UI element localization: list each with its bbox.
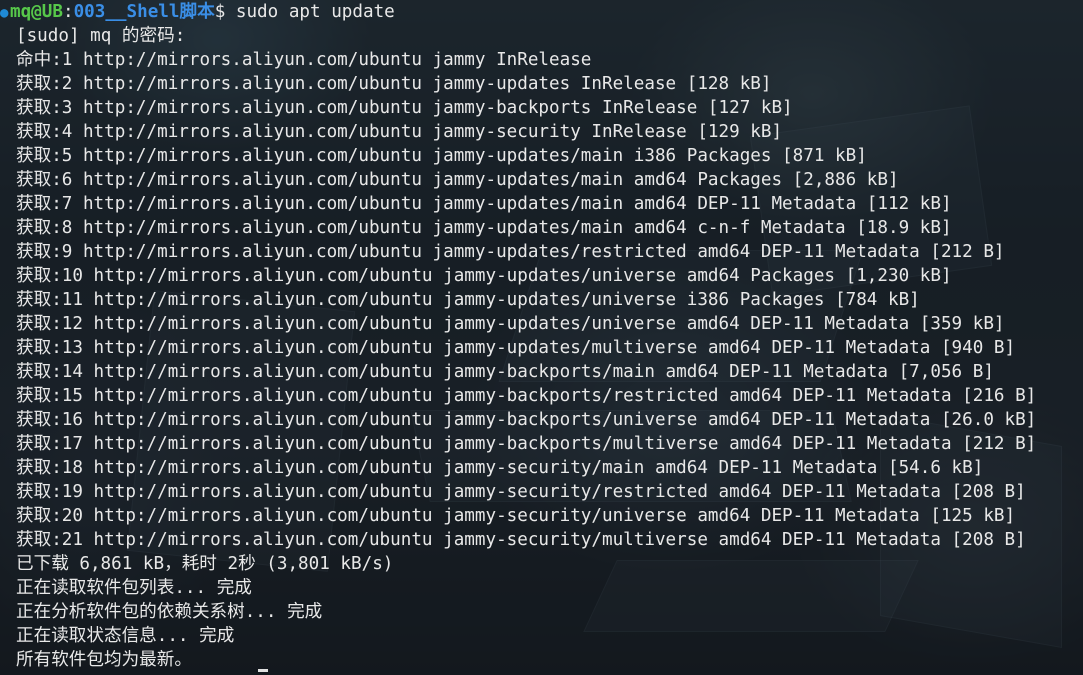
output-line: 获取:18 http://mirrors.aliyun.com/ubuntu j… — [16, 458, 984, 478]
output-line: 获取:8 http://mirrors.aliyun.com/ubuntu ja… — [16, 218, 952, 238]
output-line: 正在读取软件包列表... 完成 — [16, 578, 252, 598]
output-line: 获取:4 http://mirrors.aliyun.com/ubuntu ja… — [16, 122, 783, 142]
prompt-dot-icon: ● — [0, 5, 9, 21]
output-line: 获取:12 http://mirrors.aliyun.com/ubuntu j… — [16, 314, 1005, 334]
output-line: 获取:17 http://mirrors.aliyun.com/ubuntu j… — [16, 434, 1037, 454]
prompt-line: ●mq@UB:003__Shell脚本$ sudo apt update — [0, 0, 1083, 24]
prompt-separator: : — [62, 2, 74, 22]
output-line: 正在读取状态信息... 完成 — [16, 626, 235, 646]
output-line: 获取:7 http://mirrors.aliyun.com/ubuntu ja… — [16, 194, 952, 214]
output-line: 获取:13 http://mirrors.aliyun.com/ubuntu j… — [16, 338, 1016, 358]
output-line: 获取:16 http://mirrors.aliyun.com/ubuntu j… — [16, 410, 1037, 430]
output-line: 获取:21 http://mirrors.aliyun.com/ubuntu j… — [16, 530, 1026, 550]
output-line: 命中:1 http://mirrors.aliyun.com/ubuntu ja… — [16, 50, 592, 70]
output-line: 所有软件包均为最新。 — [0, 648, 1083, 672]
prompt-command: sudo apt update — [225, 2, 395, 22]
prompt-path: 003__Shell脚本 — [73, 2, 215, 22]
output-block: [sudo] mq 的密码: 命中:1 http://mirrors.aliyun… — [0, 24, 1083, 672]
prompt-symbol: $ — [214, 2, 226, 22]
output-line: 获取:10 http://mirrors.aliyun.com/ubuntu j… — [16, 266, 952, 286]
output-line: 获取:20 http://mirrors.aliyun.com/ubuntu j… — [16, 506, 1016, 526]
output-line: 获取:11 http://mirrors.aliyun.com/ubuntu j… — [16, 290, 920, 310]
terminal-output[interactable]: ●mq@UB:003__Shell脚本$ sudo apt update [su… — [0, 0, 1083, 675]
output-line: 获取:5 http://mirrors.aliyun.com/ubuntu ja… — [16, 146, 867, 166]
output-line: 已下载 6,861 kB，耗时 2秒 (3,801 kB/s) — [16, 554, 394, 574]
output-line: [sudo] mq 的密码: — [16, 26, 186, 46]
prompt-user-host: mq@UB — [10, 2, 63, 22]
output-line: 获取:19 http://mirrors.aliyun.com/ubuntu j… — [16, 482, 1026, 502]
output-line: 获取:9 http://mirrors.aliyun.com/ubuntu ja… — [16, 242, 1005, 262]
terminal-cursor — [258, 669, 268, 672]
output-line: 获取:6 http://mirrors.aliyun.com/ubuntu ja… — [16, 170, 899, 190]
output-line: 获取:14 http://mirrors.aliyun.com/ubuntu j… — [16, 362, 994, 382]
output-line: 获取:2 http://mirrors.aliyun.com/ubuntu ja… — [16, 74, 772, 94]
output-line: 正在分析软件包的依赖关系树... 完成 — [16, 602, 323, 622]
output-line: 获取:15 http://mirrors.aliyun.com/ubuntu j… — [16, 386, 1037, 406]
output-line: 获取:3 http://mirrors.aliyun.com/ubuntu ja… — [16, 98, 793, 118]
